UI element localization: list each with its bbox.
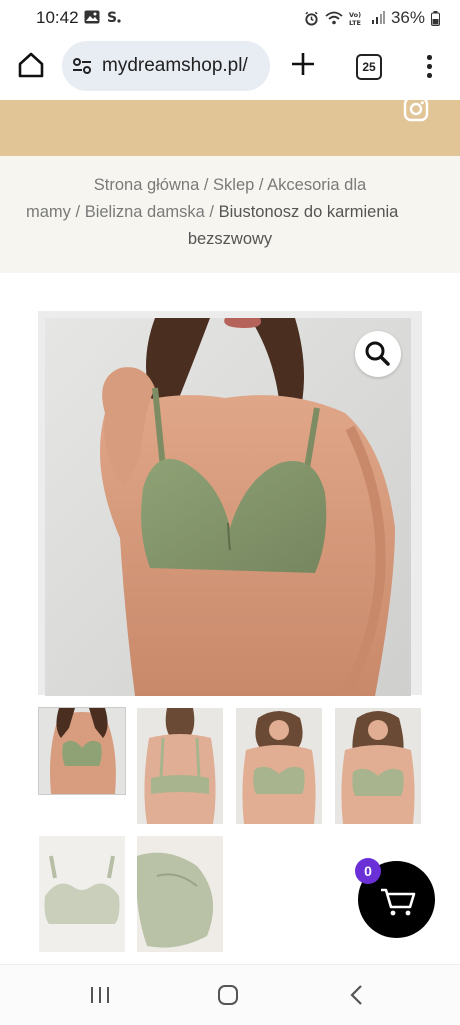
product-thumbnail[interactable] bbox=[38, 707, 126, 795]
svg-text:S: S bbox=[107, 10, 117, 25]
home-icon[interactable] bbox=[16, 50, 46, 80]
product-thumbnail[interactable] bbox=[137, 708, 223, 824]
address-bar[interactable]: mydreamshop.pl/ bbox=[62, 41, 270, 91]
product-thumbnail[interactable] bbox=[137, 836, 223, 952]
svg-text:Vo): Vo) bbox=[349, 11, 361, 19]
site-settings-icon[interactable] bbox=[72, 56, 92, 76]
cart-count-badge: 0 bbox=[355, 858, 381, 884]
volte-icon: Vo)LTE bbox=[349, 11, 361, 26]
url-text[interactable]: mydreamshop.pl/ bbox=[102, 55, 248, 77]
breadcrumb-separator: / bbox=[204, 203, 219, 221]
alarm-icon bbox=[305, 11, 318, 26]
breadcrumb-home[interactable]: Strona główna bbox=[94, 176, 200, 194]
product-thumbnail[interactable] bbox=[39, 836, 125, 952]
breadcrumb-lingerie[interactable]: Bielizna damska bbox=[85, 203, 205, 221]
battery-percent: 36% bbox=[390, 8, 425, 27]
breadcrumb-shop[interactable]: Sklep bbox=[213, 176, 254, 194]
instagram-icon[interactable] bbox=[403, 96, 429, 122]
breadcrumb-separator: / bbox=[254, 176, 268, 194]
breadcrumb-separator: / bbox=[199, 176, 214, 194]
s-icon: S bbox=[107, 10, 121, 25]
system-nav-bar bbox=[0, 964, 460, 1025]
breadcrumb-accessories[interactable]: Akcesoria dla bbox=[267, 176, 366, 194]
wifi-icon bbox=[325, 11, 343, 25]
breadcrumb-current-cont: bezszwowy bbox=[187, 230, 273, 248]
status-bar: 10:42 S Vo) LTE 36% bbox=[0, 0, 460, 34]
breadcrumb-current: Biustonosz do karmienia bbox=[218, 203, 399, 221]
breadcrumb-accessories-cont[interactable]: mamy bbox=[26, 203, 71, 221]
image-icon bbox=[84, 10, 100, 24]
site-header-band bbox=[0, 100, 460, 156]
new-tab-icon[interactable] bbox=[290, 51, 316, 77]
breadcrumb: Strona główna / Sklep / Akcesoria dla ma… bbox=[0, 156, 460, 273]
product-thumbnail[interactable] bbox=[236, 708, 322, 824]
back-icon[interactable] bbox=[348, 984, 366, 1006]
signal-icon bbox=[371, 11, 385, 24]
more-menu-icon[interactable] bbox=[419, 52, 439, 82]
product-thumbnail[interactable] bbox=[335, 708, 421, 824]
breadcrumb-separator: / bbox=[70, 203, 85, 221]
recents-icon[interactable] bbox=[89, 984, 111, 1006]
browser-toolbar: mydreamshop.pl/ 25 bbox=[0, 34, 460, 100]
battery-icon bbox=[431, 10, 440, 26]
tabs-icon[interactable]: 25 bbox=[356, 54, 382, 80]
tab-count: 25 bbox=[362, 60, 376, 74]
home-nav-icon[interactable] bbox=[217, 984, 239, 1006]
status-time: 10:42 bbox=[36, 8, 79, 27]
zoom-icon bbox=[365, 341, 390, 366]
svg-text:LTE: LTE bbox=[349, 19, 361, 26]
zoom-button[interactable] bbox=[355, 331, 401, 377]
